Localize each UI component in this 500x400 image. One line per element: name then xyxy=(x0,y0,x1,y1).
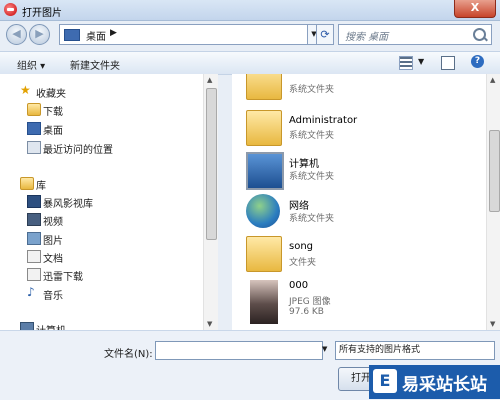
sidebar-item-computer[interactable]: 计算机 xyxy=(0,319,210,330)
sidebar-item-xunlei[interactable]: 迅雷下载 xyxy=(0,265,210,283)
list-item[interactable]: 000 JPEG 图像 97.6 KB xyxy=(232,278,482,330)
image-thumbnail xyxy=(250,280,278,324)
sidebar-item-pictures[interactable]: 图片 xyxy=(0,229,210,247)
window-title: 打开图片 xyxy=(22,8,62,19)
file-name: Administrator xyxy=(289,115,358,126)
recent-places-icon xyxy=(27,141,41,154)
picture-icon xyxy=(27,232,41,245)
video-icon xyxy=(27,213,41,226)
scrollbar-thumb[interactable] xyxy=(206,88,217,240)
computer-icon xyxy=(246,152,284,190)
navigation-pane: ★ 收藏夹 下载 桌面 最近访问的位置 库 暴风影视库 视频 图片 文档 迅雷下… xyxy=(0,74,218,330)
sidebar-item-libraries[interactable]: 库 xyxy=(0,174,210,192)
sidebar-label: 图片 xyxy=(43,236,63,247)
file-size: 97.6 KB xyxy=(289,307,324,317)
computer-icon xyxy=(20,322,34,330)
new-folder-button[interactable]: 新建文件夹 xyxy=(70,57,120,72)
sidebar-label: 音乐 xyxy=(43,291,63,302)
sidebar-label: 视频 xyxy=(43,217,63,228)
download-folder-icon xyxy=(27,268,41,281)
scroll-down-icon[interactable]: ▼ xyxy=(207,320,212,328)
sidebar-label: 收藏夹 xyxy=(36,89,66,100)
view-dropdown-icon[interactable]: ▼ xyxy=(418,57,424,66)
watermark-text: 易采站长站 xyxy=(402,375,487,395)
user-folder-icon xyxy=(246,110,282,146)
watermark-logo-icon: E xyxy=(373,369,397,393)
organize-menu[interactable]: 组织 ▾ xyxy=(17,57,45,72)
file-type: 文件夹 xyxy=(289,258,317,268)
sidebar-item-desktop[interactable]: 桌面 xyxy=(0,119,210,137)
sidebar-item-favorites[interactable]: ★ 收藏夹 xyxy=(0,82,210,100)
list-item[interactable]: Administrator 系统文件夹 xyxy=(232,108,482,148)
sidebar-item-documents[interactable]: 文档 xyxy=(0,247,210,265)
toolbar: 组织 ▾ 新建文件夹 ▼ ? xyxy=(0,51,500,75)
navigation-bar: ◀ ▶ 桌面 ▶ ▼ ⟳ 搜索 桌面 xyxy=(0,21,500,49)
file-type: 系统文件夹 xyxy=(289,85,335,95)
file-type: 系统文件夹 xyxy=(289,131,335,141)
music-icon: ♪ xyxy=(27,285,35,299)
forward-button[interactable]: ▶ xyxy=(29,24,50,45)
sidebar-item-downloads[interactable]: 下载 xyxy=(0,100,210,118)
scroll-up-icon[interactable]: ▲ xyxy=(490,76,495,84)
scrollbar-thumb[interactable] xyxy=(489,130,500,212)
sidebar-item-videos[interactable]: 视频 xyxy=(0,210,210,228)
sidebar-item-baofeng[interactable]: 暴风影视库 xyxy=(0,192,210,210)
sidebar-label: 计算机 xyxy=(36,322,66,330)
scroll-down-icon[interactable]: ▼ xyxy=(490,320,495,328)
app-icon xyxy=(4,3,17,16)
desktop-icon xyxy=(64,29,80,41)
file-type: JPEG 图像 xyxy=(289,297,331,307)
refresh-button[interactable]: ⟳ xyxy=(316,24,334,45)
preview-pane-icon[interactable] xyxy=(441,56,455,70)
document-icon xyxy=(27,250,41,263)
file-type: 系统文件夹 xyxy=(289,214,335,224)
file-name: 000 xyxy=(289,280,309,291)
file-type: 系统文件夹 xyxy=(289,172,335,182)
search-input[interactable]: 搜索 桌面 xyxy=(338,24,492,45)
star-icon: ★ xyxy=(20,83,31,97)
folder-icon xyxy=(246,74,282,100)
change-view-icon[interactable] xyxy=(399,56,413,70)
file-name: 计算机 xyxy=(289,159,319,170)
back-button[interactable]: ◀ xyxy=(6,24,27,45)
video-library-icon xyxy=(27,195,41,208)
sidebar-label: 迅雷下载 xyxy=(43,272,83,283)
help-icon[interactable]: ? xyxy=(471,55,484,68)
library-icon xyxy=(20,177,34,190)
list-item[interactable]: song 文件夹 xyxy=(232,234,482,274)
filename-dropdown-icon[interactable]: ▼ xyxy=(322,341,332,358)
title-bar: 打开图片 X xyxy=(0,0,500,21)
list-item[interactable]: 计算机 系统文件夹 xyxy=(232,150,482,190)
list-item[interactable]: 网络 系统文件夹 xyxy=(232,192,482,232)
address-bar[interactable]: 桌面 ▶ xyxy=(59,24,308,45)
list-item[interactable]: 系统文件夹 xyxy=(232,74,482,102)
filetype-select[interactable]: 所有支持的图片格式 xyxy=(335,341,495,360)
network-icon xyxy=(246,194,280,228)
file-list: 系统文件夹 Administrator 系统文件夹 计算机 系统文件夹 网络 系… xyxy=(232,74,486,330)
breadcrumb-arrow-icon[interactable]: ▶ xyxy=(110,28,117,38)
sidebar-scrollbar[interactable]: ▲ ▼ xyxy=(203,74,218,330)
search-placeholder: 搜索 桌面 xyxy=(345,32,389,43)
sidebar-label: 下载 xyxy=(43,107,63,118)
file-name: song xyxy=(289,241,314,252)
sidebar-label: 库 xyxy=(36,181,46,192)
desktop-icon xyxy=(27,122,41,135)
scroll-up-icon[interactable]: ▲ xyxy=(207,76,212,84)
filename-label: 文件名(N): xyxy=(104,349,153,360)
folder-icon xyxy=(246,236,282,272)
sidebar-label: 最近访问的位置 xyxy=(43,145,113,156)
breadcrumb-desktop[interactable]: 桌面 xyxy=(86,28,106,43)
filename-input[interactable] xyxy=(155,341,323,360)
sidebar-label: 文档 xyxy=(43,254,63,265)
watermark-logo: E 易采站长站 xyxy=(369,365,500,399)
sidebar-label: 暴风影视库 xyxy=(43,199,93,210)
sidebar-item-music[interactable]: ♪ 音乐 xyxy=(0,284,210,302)
downloads-icon xyxy=(27,103,41,116)
file-name: 网络 xyxy=(289,201,309,212)
file-scrollbar[interactable]: ▲ ▼ xyxy=(486,74,500,330)
sidebar-label: 桌面 xyxy=(43,126,63,137)
search-icon[interactable] xyxy=(473,28,486,41)
close-button[interactable]: X xyxy=(454,0,496,18)
sidebar-item-recent[interactable]: 最近访问的位置 xyxy=(0,138,210,156)
